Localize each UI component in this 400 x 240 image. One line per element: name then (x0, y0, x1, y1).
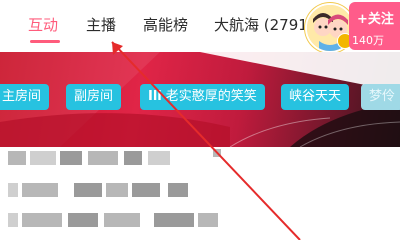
follow-button[interactable]: +关注 140万 (349, 2, 400, 50)
chip-canyon-room[interactable]: 峡谷天天 (281, 84, 350, 110)
live-room-screen: 互动 主播 高能榜 大航海 (2791) +关注 140万 主房间 副房间 Il… (0, 0, 400, 240)
chip-user-room-label: 老实憨厚的笑笑 (165, 89, 257, 104)
message-list (0, 147, 400, 240)
tab-bar: 互动 主播 高能榜 大航海 (2791) +关注 140万 (0, 0, 400, 53)
tab-guard[interactable]: 大航海 (2791) (214, 14, 314, 35)
chip-extra-room[interactable]: 梦伶 (361, 84, 400, 110)
tab-streamer[interactable]: 主播 (86, 14, 116, 35)
tab-leaderboard[interactable]: 高能榜 (143, 14, 188, 35)
chip-main-room[interactable]: 主房间 (0, 84, 50, 110)
follow-label: +关注 (357, 12, 394, 27)
tab-interaction[interactable]: 互动 (28, 14, 58, 35)
fans-count: 140万 (352, 34, 384, 47)
signal-icon: Ill (148, 89, 162, 104)
chip-sub-room[interactable]: 副房间 (66, 84, 122, 110)
chip-user-room[interactable]: Ill 老实憨厚的笑笑 (140, 84, 265, 110)
active-tab-indicator (30, 40, 60, 43)
room-banner: 主房间 副房间 Ill 老实憨厚的笑笑 峡谷天天 梦伶 (0, 52, 400, 147)
